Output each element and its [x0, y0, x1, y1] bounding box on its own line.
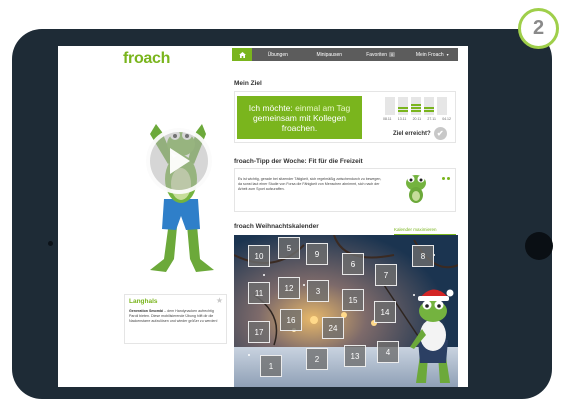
tablet-camera	[48, 241, 53, 246]
goal-section-title: Mein Ziel	[234, 80, 262, 87]
goal-text-rest: gemeinsam mit Kollegen froachen.	[252, 112, 347, 133]
calendar-door[interactable]: 1	[260, 355, 282, 377]
main-nav: Übungen Minipausen Favoriten 0 Mein Froa…	[232, 48, 458, 61]
tablet-screen: froach Übungen Minipausen Favoriten 0 Me…	[58, 46, 468, 387]
calendar-door[interactable]: 24	[322, 317, 344, 339]
calendar-door[interactable]: 10	[248, 245, 270, 267]
step-number-badge: 2	[518, 8, 559, 49]
tip-text: Es ist wichtig, gerade bei sitzender Tät…	[238, 177, 382, 191]
play-icon	[170, 148, 190, 174]
calendar-section-title: froach Weihnachtskalender	[234, 223, 319, 230]
tablet-home-button[interactable]	[525, 232, 553, 260]
goal-dates: 08.11 13.11 20.11 27.11 04.12	[383, 117, 451, 121]
calendar-door[interactable]: 15	[342, 289, 364, 311]
goal-reached-toggle[interactable]: Ziel erreicht? ✔	[393, 127, 447, 140]
tip-section-title: froach-Tipp der Woche: Fit für die Freiz…	[234, 158, 363, 165]
calendar-door[interactable]: 17	[248, 321, 270, 343]
favoriten-count-badge: 0	[389, 52, 396, 57]
video-play-button[interactable]	[146, 128, 212, 194]
calendar-door[interactable]: 12	[278, 277, 300, 299]
nav-item-favoriten[interactable]: Favoriten 0	[355, 52, 407, 58]
calendar-door[interactable]: 5	[278, 237, 300, 259]
advent-calendar: 10 5 9 6 7 8 11 12 3 15 14 17 16 24 4 13…	[234, 235, 458, 387]
goal-text-highlight: einmal am Tag	[295, 102, 351, 113]
calendar-door[interactable]: 4	[377, 341, 399, 363]
calendar-door[interactable]: 7	[375, 264, 397, 286]
froach-logo[interactable]: froach	[123, 50, 170, 68]
calendar-maximize-link[interactable]: Kalender maximieren	[394, 227, 437, 232]
goal-text-prefix: Ich möchte:	[248, 102, 296, 113]
exercise-card-langhals[interactable]: Langhals ★ Generation Smombi – dem Handy…	[124, 294, 227, 344]
calendar-door[interactable]: 14	[374, 301, 396, 323]
nav-home-button[interactable]	[232, 48, 252, 61]
calendar-door[interactable]: 11	[248, 282, 270, 304]
goal-card: Ich möchte: einmal am Tag gemeinsam mit …	[234, 91, 456, 143]
calendar-door[interactable]: 3	[307, 280, 329, 302]
calendar-door[interactable]: 16	[280, 309, 302, 331]
tip-card: Es ist wichtig, gerade bei sitzender Tät…	[234, 168, 456, 212]
checkmark-icon[interactable]: ✔	[433, 127, 447, 140]
calendar-door[interactable]: 2	[306, 348, 328, 370]
home-icon	[238, 51, 246, 58]
calendar-door[interactable]: 13	[344, 345, 366, 367]
tablet-frame: froach Übungen Minipausen Favoriten 0 Me…	[12, 29, 553, 399]
nav-item-mein-froach[interactable]: Mein Froach ▾	[407, 52, 459, 58]
exercise-card-title: Langhals	[129, 298, 158, 305]
calendar-door[interactable]: 8	[412, 245, 434, 267]
calendar-door[interactable]: 6	[342, 253, 364, 275]
goal-progress-chart	[385, 97, 447, 115]
tip-carousel-dots[interactable]	[442, 177, 450, 180]
favorite-star-icon[interactable]: ★	[216, 296, 223, 305]
santa-frog-illustration	[410, 289, 454, 383]
goal-statement: Ich möchte: einmal am Tag gemeinsam mit …	[237, 96, 362, 139]
calendar-door[interactable]: 9	[306, 243, 328, 265]
exercise-card-text: Generation Smombi – dem Handynacken aufr…	[129, 309, 218, 323]
frog-mascot-icon	[406, 175, 426, 203]
chevron-down-icon: ▾	[446, 52, 449, 57]
nav-item-uebungen[interactable]: Übungen	[252, 52, 304, 58]
nav-item-minipausen[interactable]: Minipausen	[304, 52, 356, 58]
